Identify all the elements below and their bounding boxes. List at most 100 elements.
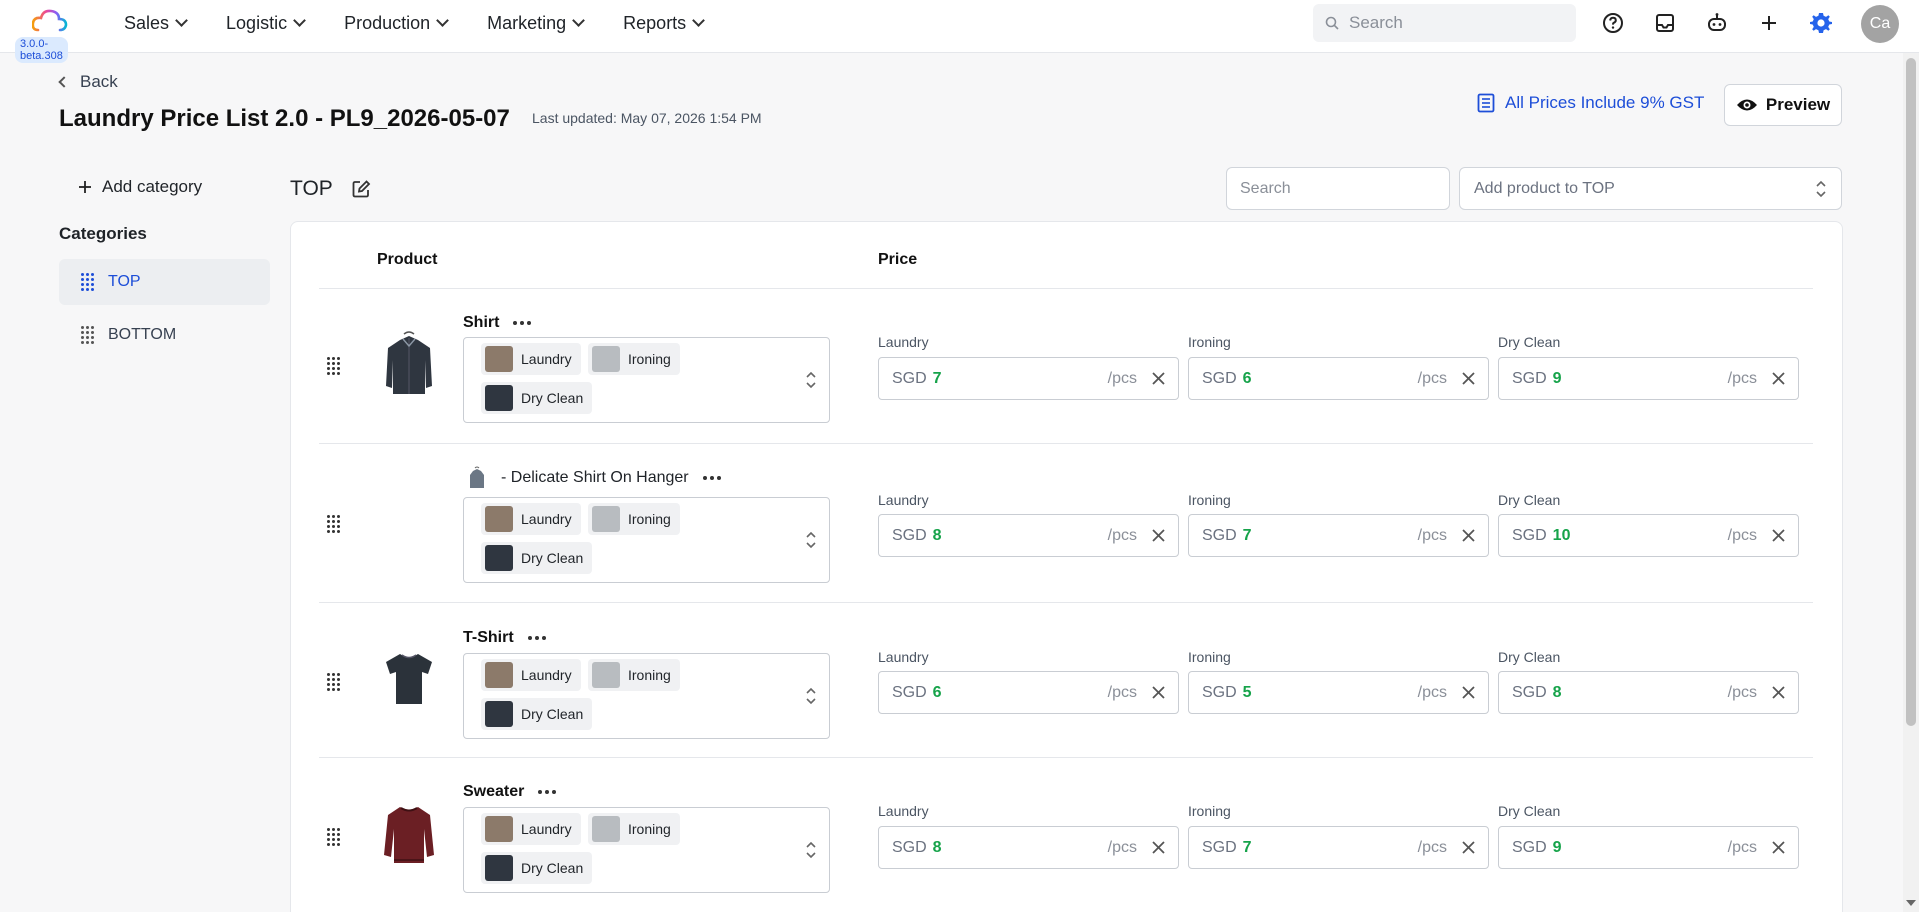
price-input-ironing[interactable]: SGD 7/pcs	[1188, 826, 1489, 869]
chip-label: Laundry	[521, 821, 572, 837]
nav-marketing[interactable]: Marketing	[487, 13, 586, 34]
chevron-down-icon	[692, 14, 706, 27]
app-logo[interactable]: 3.0.0-beta.308	[8, 6, 68, 63]
price-input-dry-clean[interactable]: SGD 9/pcs	[1498, 357, 1799, 400]
back-button[interactable]: Back	[58, 72, 118, 92]
close-icon[interactable]	[1771, 685, 1786, 700]
laundry-thumb	[485, 346, 513, 372]
section-title-text: TOP	[290, 177, 333, 200]
price-value: 5	[1242, 683, 1252, 701]
currency: SGD	[1202, 369, 1237, 387]
unit: /pcs	[1727, 683, 1757, 701]
unit: /pcs	[1417, 526, 1447, 544]
close-icon[interactable]	[1151, 685, 1166, 700]
plus-icon[interactable]	[1752, 6, 1786, 40]
product-name-text: Shirt	[463, 314, 500, 331]
close-icon[interactable]	[1771, 528, 1786, 543]
robot-icon[interactable]	[1700, 6, 1734, 40]
categories-heading: Categories	[59, 224, 147, 243]
gear-icon[interactable]	[1804, 6, 1838, 40]
nav-reports[interactable]: Reports	[623, 12, 706, 34]
service-chip: Laundry	[481, 813, 581, 845]
scroll-down-arrow-icon[interactable]	[1906, 900, 1916, 906]
close-icon[interactable]	[1151, 840, 1166, 855]
back-label: Back	[80, 72, 118, 91]
close-icon[interactable]	[1461, 840, 1476, 855]
currency: SGD	[892, 526, 927, 544]
top-navbar: 3.0.0-beta.308 Sales Logistic Production…	[0, 0, 1919, 63]
close-icon[interactable]	[1771, 371, 1786, 386]
price-input-laundry[interactable]: SGD 8/pcs	[878, 514, 1179, 557]
price-input-laundry[interactable]: SGD 7/pcs	[878, 357, 1179, 400]
price-value: 7	[1242, 838, 1252, 856]
nav-production[interactable]: Production	[344, 13, 449, 34]
add-product-placeholder: Add product to TOP	[1474, 179, 1615, 197]
price-value: 7	[1242, 526, 1252, 544]
row-drag-handle-icon[interactable]	[327, 828, 340, 846]
services-select[interactable]: Laundry Ironing Dry Clean	[463, 497, 830, 583]
service-chip: Ironing	[588, 343, 680, 375]
chip-label: Dry Clean	[521, 706, 584, 722]
price-label: Laundry	[878, 492, 929, 508]
main-nav: Sales Logistic Production Marketing Repo…	[124, 0, 706, 46]
close-icon[interactable]	[1461, 371, 1476, 386]
edit-icon[interactable]	[351, 179, 371, 199]
nav-label: Reports	[623, 12, 687, 33]
sidebar-item-top[interactable]: TOP	[59, 259, 270, 305]
sidebar-item-bottom[interactable]: BOTTOM	[59, 312, 270, 358]
more-options-icon[interactable]	[513, 321, 532, 325]
row-drag-handle-icon[interactable]	[327, 673, 340, 691]
more-options-icon[interactable]	[527, 636, 546, 640]
nav-sales[interactable]: Sales	[124, 13, 188, 34]
drag-handle-icon[interactable]	[81, 326, 94, 344]
add-category-label: Add category	[102, 177, 203, 196]
help-icon[interactable]	[1596, 6, 1630, 40]
search-placeholder: Search	[1349, 13, 1403, 32]
product-search-input[interactable]: Search	[1226, 167, 1450, 210]
divider	[319, 288, 1813, 289]
close-icon[interactable]	[1771, 840, 1786, 855]
chip-label: Ironing	[628, 511, 671, 527]
close-icon[interactable]	[1151, 528, 1166, 543]
more-options-icon[interactable]	[702, 476, 721, 480]
last-updated: Last updated: May 07, 2026 1:54 PM	[532, 110, 762, 126]
gst-link[interactable]: All Prices Include 9% GST	[1477, 93, 1704, 113]
avatar[interactable]: Ca	[1861, 5, 1899, 43]
price-input-dry-clean[interactable]: SGD 10/pcs	[1498, 514, 1799, 557]
ironing-thumb	[592, 346, 620, 372]
price-input-laundry[interactable]: SGD 8/pcs	[878, 826, 1179, 869]
scrollbar-thumb[interactable]	[1906, 58, 1916, 726]
services-select[interactable]: Laundry Ironing Dry Clean	[463, 807, 830, 893]
close-icon[interactable]	[1151, 371, 1166, 386]
price-input-laundry[interactable]: SGD 6/pcs	[878, 671, 1179, 714]
preview-button[interactable]: Preview	[1724, 84, 1842, 126]
chevron-left-icon	[58, 76, 70, 88]
sidebar-item-label: TOP	[108, 273, 141, 290]
top-actions	[1596, 6, 1838, 40]
ironing-thumb	[592, 662, 620, 688]
drag-handle-icon[interactable]	[81, 273, 94, 291]
price-input-ironing[interactable]: SGD 6/pcs	[1188, 357, 1489, 400]
price-input-ironing[interactable]: SGD 7/pcs	[1188, 514, 1489, 557]
add-category-button[interactable]: Add category	[78, 177, 202, 197]
chip-label: Dry Clean	[521, 390, 584, 406]
inbox-icon[interactable]	[1648, 6, 1682, 40]
currency: SGD	[892, 683, 927, 701]
close-icon[interactable]	[1461, 528, 1476, 543]
nav-logistic[interactable]: Logistic	[226, 13, 306, 34]
services-select[interactable]: Laundry Ironing Dry Clean	[463, 653, 830, 739]
divider	[319, 443, 1813, 444]
price-value: 9	[1552, 369, 1562, 387]
row-drag-handle-icon[interactable]	[327, 357, 340, 375]
global-search-input[interactable]: Search	[1313, 4, 1576, 42]
add-product-select[interactable]: Add product to TOP	[1459, 167, 1842, 210]
price-input-ironing[interactable]: SGD 5/pcs	[1188, 671, 1489, 714]
price-input-dry-clean[interactable]: SGD 8/pcs	[1498, 671, 1799, 714]
services-select[interactable]: Laundry Ironing Dry Clean	[463, 337, 830, 423]
row-drag-handle-icon[interactable]	[327, 515, 340, 533]
laundry-thumb	[485, 662, 513, 688]
service-chip: Dry Clean	[481, 698, 593, 730]
price-input-dry-clean[interactable]: SGD 9/pcs	[1498, 826, 1799, 869]
more-options-icon[interactable]	[538, 790, 557, 794]
close-icon[interactable]	[1461, 685, 1476, 700]
